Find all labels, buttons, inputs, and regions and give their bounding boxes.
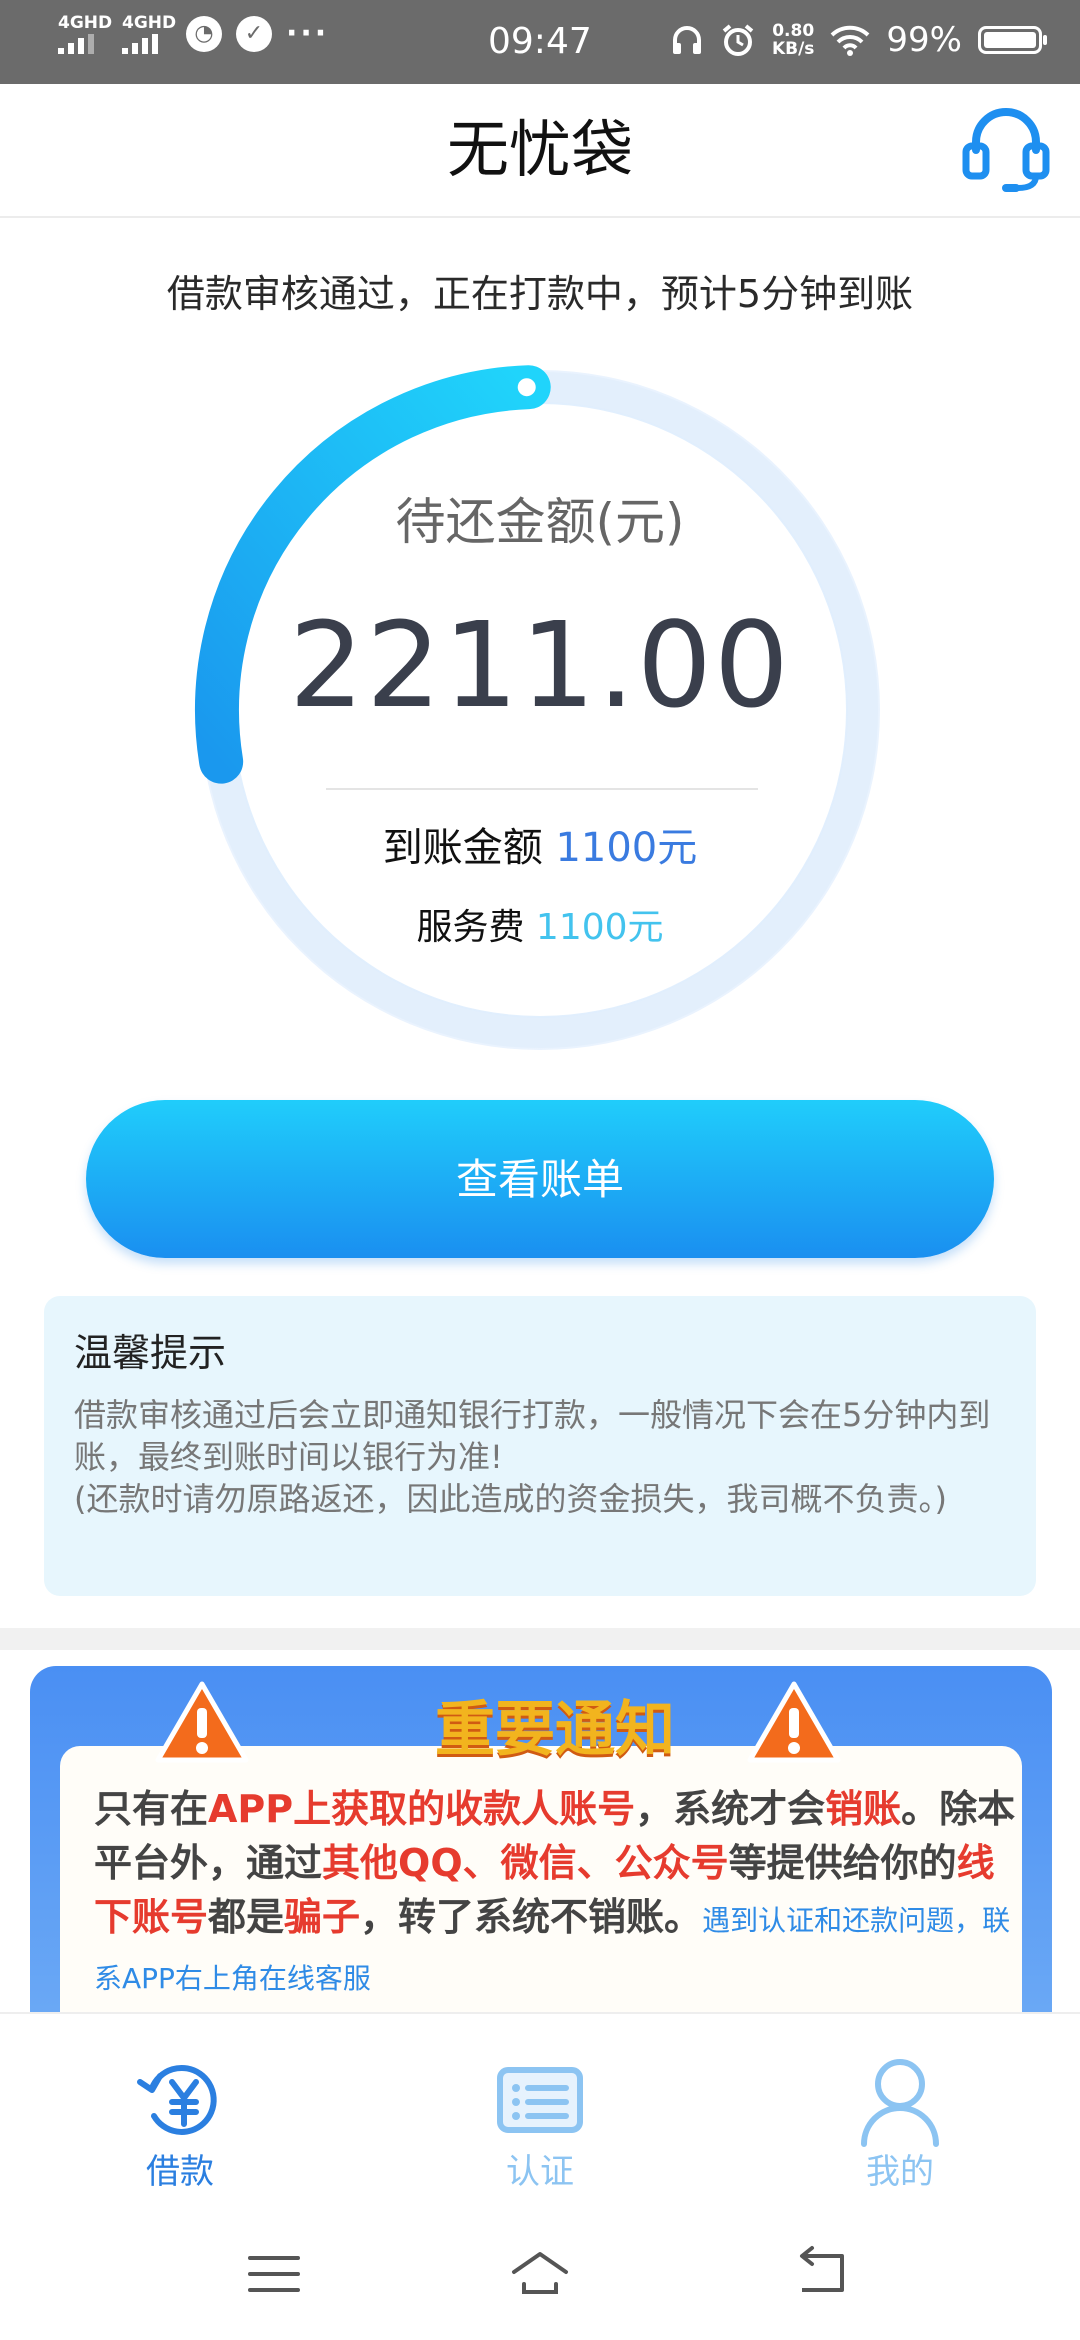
signal-bars-icon <box>58 32 94 54</box>
tips-body: 借款审核通过后会立即通知银行打款，一般情况下会在5分钟内到账，最终到账时间以银行… <box>74 1394 1006 1520</box>
speedometer-icon: ◔ <box>186 16 222 52</box>
notice-seg-highlight: 骗子 <box>284 1895 361 1939</box>
service-fee-row: 服务费 1100元 <box>0 902 1080 954</box>
ring-divider <box>326 788 758 790</box>
notice-text: 只有在APP上获取的收款人账号，系统才会销账。除本平台外，通过其他QQ、微信、公… <box>94 1782 1024 2006</box>
received-amount-row: 到账金额 1100元 <box>0 820 1080 876</box>
more-notifications-icon: ··· <box>286 16 330 51</box>
warning-icon <box>155 1681 249 1763</box>
app-header: 无忧袋 <box>0 84 1080 218</box>
tab-loan-label: 借款 <box>146 2152 214 2192</box>
menu-icon[interactable] <box>244 2244 304 2304</box>
notice-seg-highlight: 其他QQ、微信、公众号 <box>322 1841 729 1885</box>
signal-2-label: 4GHD <box>122 13 177 33</box>
notice-seg: 都是 <box>208 1895 285 1939</box>
tips-line-1: 借款审核通过后会立即通知银行打款，一般情况下会在5分钟内到账，最终到账时间以银行… <box>74 1396 991 1476</box>
headphones-icon <box>672 26 701 54</box>
tab-profile[interactable]: 我的 <box>780 2014 1020 2210</box>
notice-seg-highlight: APP上获取的收款人账号 <box>208 1787 636 1831</box>
status-bar: 4GHD 4GHD ◔ ✓ ··· 09:47 0.80 KB/s 99% <box>0 0 1080 84</box>
signal-1: 4GHD <box>58 14 112 54</box>
signal-1-label: 4GHD <box>58 13 113 33</box>
battery-icon <box>978 26 1047 54</box>
speed-unit: KB/s <box>771 39 815 59</box>
notice-seg: 等提供给你的 <box>728 1841 957 1885</box>
tab-verification[interactable]: 认证 <box>420 2014 660 2210</box>
status-right: 0.80 KB/s 99% <box>670 16 1047 64</box>
back-icon[interactable] <box>792 2244 852 2304</box>
tips-title: 温馨提示 <box>74 1331 227 1375</box>
bottom-tab-bar: 借款 认证 我的 <box>0 2012 1080 2210</box>
view-bill-button[interactable]: 查看账单 <box>86 1100 994 1258</box>
section-separator <box>0 1628 1080 1650</box>
loan-status-message: 借款审核通过，正在打款中，预计5分钟到账 <box>166 272 914 316</box>
notice-seg-highlight: 销账 <box>825 1787 902 1831</box>
wifi-icon <box>831 25 870 56</box>
service-fee-label: 服务费 <box>416 907 525 948</box>
check-icon: ✓ <box>236 16 272 52</box>
tab-profile-label: 我的 <box>866 2152 934 2192</box>
ring-progress-knob <box>517 378 536 397</box>
id-card-icon <box>497 2067 583 2133</box>
status-left: 4GHD 4GHD ◔ ✓ ··· <box>58 14 329 54</box>
signal-bars-icon <box>122 32 158 54</box>
notice-seg: ，系统才会 <box>635 1787 826 1831</box>
network-speed: 0.80 KB/s <box>772 22 814 58</box>
notice-seg: ，转了系统不销账。 <box>360 1895 703 1939</box>
amount-due-value: 2211.00 <box>289 596 791 734</box>
tips-box: 温馨提示 借款审核通过后会立即通知银行打款，一般情况下会在5分钟内到账，最终到账… <box>44 1296 1036 1596</box>
received-amount-value: 1100元 <box>555 825 698 871</box>
person-icon <box>861 2059 939 2147</box>
battery-percent: 99% <box>886 20 962 60</box>
tab-verification-label: 认证 <box>506 2152 574 2192</box>
warning-icon <box>747 1681 841 1763</box>
tips-line-2: (还款时请勿原路返还，因此造成的资金损失，我司概不负责。) <box>74 1480 947 1518</box>
tab-loan[interactable]: 借款 <box>60 2014 300 2210</box>
system-nav-bar <box>0 2208 1080 2340</box>
amount-label: 待还金额(元) <box>395 493 685 551</box>
notice-title: 重要通知 <box>435 1695 675 1765</box>
service-fee-value: 1100元 <box>535 907 664 948</box>
alarm-icon <box>722 24 754 56</box>
page-title: 无忧袋 <box>446 113 633 186</box>
status-time: 09:47 <box>488 21 592 62</box>
customer-service-headset-icon[interactable] <box>958 100 1054 196</box>
received-amount-label: 到账金额 <box>382 825 543 871</box>
home-icon[interactable] <box>510 2244 570 2304</box>
loan-icon <box>137 2064 217 2135</box>
signal-2: 4GHD <box>122 14 176 54</box>
important-notice-banner[interactable]: 重要通知 只有在APP上获取的收款人账号，系统才会销账。除本平台外，通过其他QQ… <box>30 1666 1052 2012</box>
speed-value: 0.80 <box>772 21 815 41</box>
notice-seg: 只有在 <box>94 1787 209 1831</box>
